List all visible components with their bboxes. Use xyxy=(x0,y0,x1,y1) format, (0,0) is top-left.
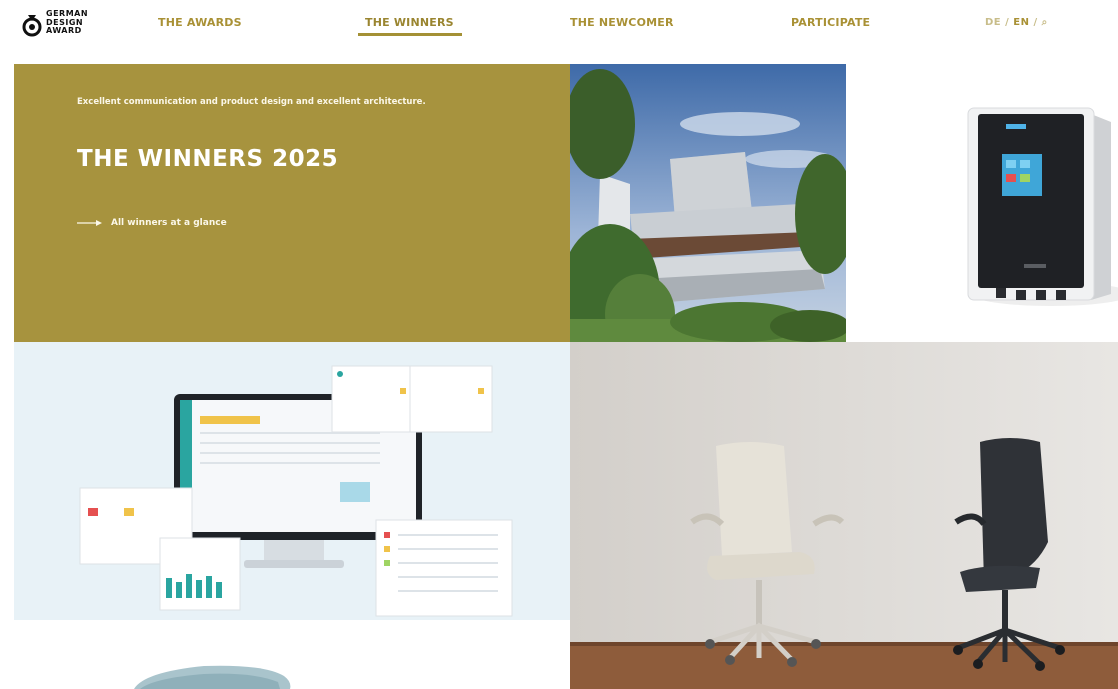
german-design-award-logo[interactable]: GERMAN DESIGN AWARD xyxy=(22,9,102,42)
partial-product-illustration xyxy=(14,620,570,689)
nav-the-awards[interactable]: THE AWARDS xyxy=(158,16,242,29)
office-chairs-winner-image[interactable] xyxy=(570,342,1118,689)
software-illustration xyxy=(14,342,570,620)
all-winners-link-label: All winners at a glance xyxy=(111,218,227,228)
active-nav-underline xyxy=(358,33,462,36)
software-ui-winner-image[interactable] xyxy=(14,342,570,620)
language-switcher: DE / EN / ⌕ xyxy=(985,17,1048,28)
winners-hero-tile: Excellent communication and product desi… xyxy=(14,64,570,342)
next-winner-image[interactable] xyxy=(14,620,570,689)
search-icon[interactable]: ⌕ xyxy=(1042,17,1048,28)
architecture-illustration xyxy=(570,64,846,342)
architecture-winner-image[interactable] xyxy=(570,64,846,342)
site-header: GERMAN DESIGN AWARD THE AWARDS THE WINNE… xyxy=(0,0,1118,56)
device-illustration xyxy=(846,64,1118,342)
award-emblem-icon xyxy=(22,15,42,37)
logo-wordmark: GERMAN DESIGN AWARD xyxy=(46,9,88,36)
nav-the-newcomer[interactable]: THE NEWCOMER xyxy=(570,16,674,29)
chairs-illustration xyxy=(570,342,1118,689)
lang-de[interactable]: DE xyxy=(985,17,1001,28)
hero-kicker: Excellent communication and product desi… xyxy=(77,97,426,107)
nav-participate[interactable]: PARTICIPATE xyxy=(791,16,870,29)
hero-title: THE WINNERS 2025 xyxy=(77,146,339,172)
lang-en[interactable]: EN xyxy=(1013,17,1029,28)
nav-the-winners[interactable]: THE WINNERS xyxy=(365,16,454,29)
logo-line: AWARD xyxy=(46,26,82,35)
arrow-right-icon xyxy=(77,220,102,226)
all-winners-link[interactable]: All winners at a glance xyxy=(77,218,227,228)
product-device-image[interactable] xyxy=(846,64,1118,342)
